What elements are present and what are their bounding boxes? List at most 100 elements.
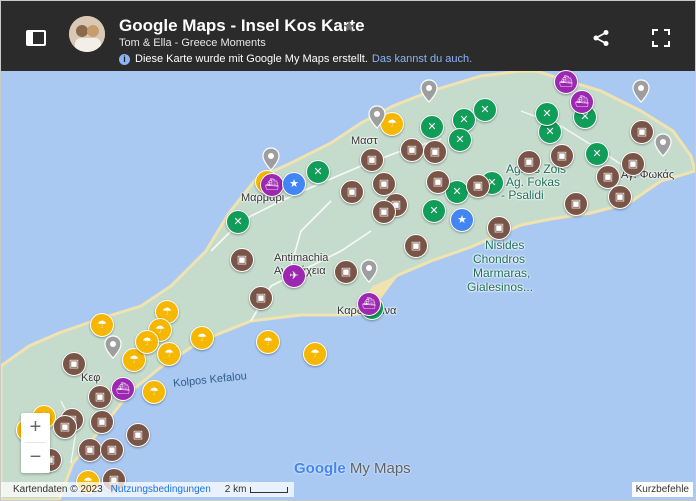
beach-marker[interactable]: ☂ — [90, 313, 114, 337]
sight-marker[interactable]: ▣ — [78, 438, 102, 462]
zoom-out-button[interactable]: − — [21, 443, 50, 472]
zoom-control: + − — [21, 413, 50, 473]
island-map — [1, 71, 695, 500]
shortcuts-button[interactable]: Kurzbefehle — [631, 482, 693, 497]
restaurant-marker[interactable]: ✕ — [473, 98, 497, 122]
notice: i Diese Karte wurde mit Google My Maps e… — [119, 53, 472, 65]
place-pin-icon[interactable] — [654, 133, 672, 157]
place-pin-icon[interactable] — [104, 335, 122, 359]
beach-marker[interactable]: ☂ — [157, 342, 181, 366]
restaurant-marker[interactable]: ✕ — [585, 142, 609, 166]
share-icon — [593, 30, 609, 46]
google-logo: Google — [294, 460, 346, 477]
landmark-icon: ▣ — [94, 390, 106, 403]
ferry-marker[interactable]: ⛴ — [570, 90, 594, 114]
place-pin-icon[interactable] — [368, 105, 386, 129]
place-pin-icon[interactable] — [262, 147, 280, 171]
sight-marker[interactable]: ▣ — [334, 260, 358, 284]
ferry-icon: ⛴ — [559, 75, 573, 88]
cutlery-icon: ✕ — [427, 120, 437, 133]
star-marker[interactable]: ★ — [282, 172, 306, 196]
share-button[interactable] — [591, 28, 611, 48]
landmark-icon: ▣ — [432, 175, 444, 188]
airport-marker[interactable]: ✈ — [282, 264, 306, 288]
sight-marker[interactable]: ▣ — [517, 150, 541, 174]
beach-marker[interactable]: ☂ — [135, 330, 159, 354]
sight-marker[interactable]: ▣ — [90, 410, 114, 434]
ferry-icon: ⛴ — [575, 95, 589, 108]
landmark-icon: ▣ — [378, 205, 390, 218]
map-author: Tom & Ella - Greece Moments — [119, 37, 266, 49]
map-canvas[interactable]: Nisides Chondros Marmaras, Gialesinos...… — [1, 70, 695, 500]
landmark-icon: ▣ — [84, 443, 96, 456]
landmark-icon: ▣ — [96, 415, 108, 428]
beach-marker[interactable]: ☂ — [190, 326, 214, 350]
airplane-icon: ✈ — [289, 269, 299, 282]
beach-marker[interactable]: ☂ — [256, 330, 280, 354]
sight-marker[interactable]: ▣ — [62, 352, 86, 376]
sight-marker[interactable]: ▣ — [400, 138, 424, 162]
place-pin-icon[interactable] — [360, 259, 378, 283]
star-icon[interactable]: ★ — [342, 17, 356, 37]
landmark-icon: ▣ — [255, 291, 267, 304]
landmark-icon: ▣ — [472, 179, 484, 192]
umbrella-icon: ☂ — [164, 347, 174, 360]
sight-marker[interactable]: ▣ — [340, 180, 364, 204]
place-pin-icon[interactable] — [420, 79, 438, 103]
sight-marker[interactable]: ▣ — [423, 140, 447, 164]
star-icon: ★ — [289, 177, 299, 190]
ferry-marker[interactable]: ⛴ — [111, 377, 135, 401]
restaurant-marker[interactable]: ✕ — [535, 102, 559, 126]
umbrella-icon: ☂ — [149, 385, 159, 398]
sight-marker[interactable]: ▣ — [466, 174, 490, 198]
map-footer: Kartendaten © 2023 Nutzungsbedingungen 2… — [1, 482, 295, 497]
restaurant-marker[interactable]: ✕ — [226, 210, 250, 234]
zoom-in-button[interactable]: + — [21, 413, 50, 442]
ferry-icon: ⛴ — [116, 382, 130, 395]
ferry-marker[interactable]: ⛴ — [260, 173, 284, 197]
landmark-icon: ▣ — [493, 221, 505, 234]
sight-marker[interactable]: ▣ — [426, 170, 450, 194]
restaurant-marker[interactable]: ✕ — [306, 160, 330, 184]
ferry-icon: ⛴ — [265, 178, 279, 191]
sight-marker[interactable]: ▣ — [360, 148, 384, 172]
sight-marker[interactable]: ▣ — [372, 172, 396, 196]
landmark-icon: ▣ — [523, 155, 535, 168]
fullscreen-icon — [652, 29, 670, 47]
notice-link[interactable]: Das kannst du auch. — [372, 53, 472, 65]
beach-marker[interactable]: ☂ — [142, 380, 166, 404]
landmark-icon: ▣ — [570, 197, 582, 210]
sight-marker[interactable]: ▣ — [53, 415, 77, 439]
landmark-icon: ▣ — [406, 143, 418, 156]
star-marker[interactable]: ★ — [450, 208, 474, 232]
sight-marker[interactable]: ▣ — [372, 200, 396, 224]
sight-marker[interactable]: ▣ — [88, 385, 112, 409]
sight-marker[interactable]: ▣ — [550, 144, 574, 168]
terms-link[interactable]: Nutzungsbedingungen — [111, 484, 211, 495]
sidebar-toggle-button[interactable] — [25, 29, 47, 47]
sight-marker[interactable]: ▣ — [487, 216, 511, 240]
ferry-marker[interactable]: ⛴ — [357, 292, 381, 316]
sight-marker[interactable]: ▣ — [621, 152, 645, 176]
beach-marker[interactable]: ☂ — [303, 342, 327, 366]
label-antimachia-latin: Antimachia — [274, 252, 329, 264]
cutlery-icon: ✕ — [480, 103, 490, 116]
ferry-marker[interactable]: ⛴ — [554, 70, 578, 94]
sight-marker[interactable]: ▣ — [404, 234, 428, 258]
sight-marker[interactable]: ▣ — [100, 438, 124, 462]
place-pin-icon[interactable] — [632, 79, 650, 103]
notice-text: Diese Karte wurde mit Google My Maps ers… — [135, 53, 368, 65]
sight-marker[interactable]: ▣ — [230, 248, 254, 272]
cutlery-icon: ✕ — [542, 107, 552, 120]
sight-marker[interactable]: ▣ — [608, 185, 632, 209]
restaurant-marker[interactable]: ✕ — [422, 199, 446, 223]
restaurant-marker[interactable]: ✕ — [448, 128, 472, 152]
fullscreen-button[interactable] — [651, 28, 671, 48]
sight-marker[interactable]: ▣ — [249, 286, 273, 310]
sight-marker[interactable]: ▣ — [126, 423, 150, 447]
sight-marker[interactable]: ▣ — [630, 120, 654, 144]
restaurant-marker[interactable]: ✕ — [420, 115, 444, 139]
scale-bar — [250, 486, 289, 493]
cutlery-icon: ✕ — [592, 147, 602, 160]
sight-marker[interactable]: ▣ — [564, 192, 588, 216]
